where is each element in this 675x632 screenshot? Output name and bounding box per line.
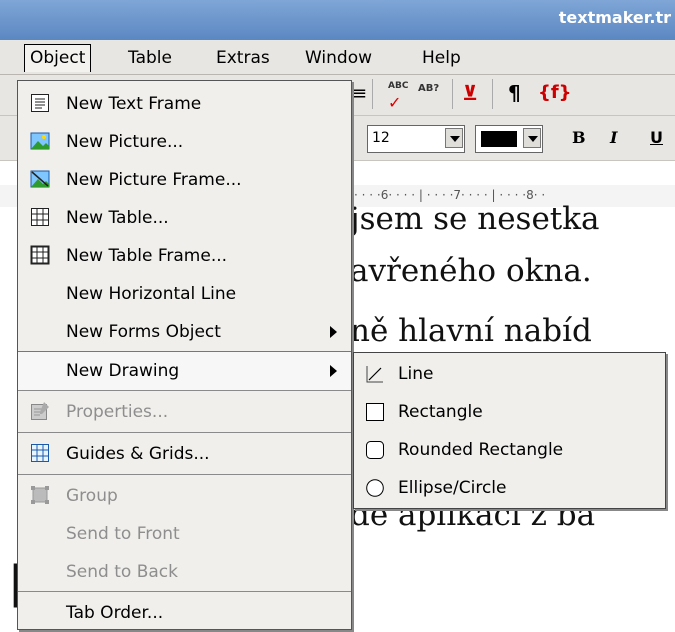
underline-button[interactable]: U xyxy=(650,128,663,147)
menu-item-new-picture-frame[interactable]: New Picture Frame... xyxy=(18,161,351,199)
drawing-submenu: Line Rectangle Rounded Rectangle Ellipse… xyxy=(353,352,666,509)
align-icon[interactable]: ≡ xyxy=(352,83,367,104)
menu-separator xyxy=(18,474,351,475)
menu-item-new-picture[interactable]: New Picture... xyxy=(18,123,351,161)
menu-item-properties[interactable]: Properties... xyxy=(18,393,351,431)
properties-icon xyxy=(31,402,49,420)
menu-separator xyxy=(18,390,351,391)
font-size-combo[interactable]: 12 xyxy=(367,125,465,153)
menu-item-tab-order[interactable]: Tab Order... xyxy=(18,594,351,632)
menu-item-send-to-front[interactable]: Send to Front xyxy=(18,515,351,553)
spellcheck-button[interactable]: ABC xyxy=(388,81,408,91)
menu-help[interactable]: Help xyxy=(422,48,461,68)
submenu-item-rectangle[interactable]: Rectangle xyxy=(354,393,665,431)
line-icon xyxy=(366,366,383,383)
menu-item-new-drawing[interactable]: New Drawing xyxy=(18,351,351,391)
font-size-value: 12 xyxy=(372,130,390,146)
grid-icon xyxy=(31,444,49,462)
menu-item-new-text-frame[interactable]: New Text Frame xyxy=(18,85,351,123)
insert-break-icon[interactable]: ⊻ xyxy=(462,81,478,105)
picture-icon xyxy=(30,132,50,150)
italic-button[interactable]: I xyxy=(610,128,617,147)
window-title: textmaker.tr xyxy=(558,8,671,27)
doc-line: jsem se nesetka xyxy=(350,201,600,237)
submenu-item-ellipse[interactable]: Ellipse/Circle xyxy=(354,469,665,507)
menu-item-send-to-back[interactable]: Send to Back xyxy=(18,553,351,591)
menu-item-guides-grids[interactable]: Guides & Grids... xyxy=(18,435,351,473)
rounded-rectangle-icon xyxy=(366,441,384,459)
rectangle-icon xyxy=(366,403,384,421)
text-color-combo[interactable] xyxy=(475,125,543,153)
menu-item-new-forms-object[interactable]: New Forms Object xyxy=(18,313,351,351)
ruler-marks: · · · ·6· · · · | · · · ·7· · · · | · · … xyxy=(354,188,546,202)
table-frame-icon xyxy=(30,245,50,265)
doc-line: avřeného okna. xyxy=(350,253,592,289)
menu-table[interactable]: Table xyxy=(128,48,172,68)
submenu-arrow-icon xyxy=(330,326,337,338)
group-icon xyxy=(31,486,49,504)
menu-object[interactable]: Object xyxy=(24,44,92,72)
table-icon xyxy=(31,208,49,226)
menu-extras[interactable]: Extras xyxy=(216,48,270,68)
menu-item-new-table-frame[interactable]: New Table Frame... xyxy=(18,237,351,275)
picture-frame-icon xyxy=(30,170,50,188)
chevron-down-icon[interactable] xyxy=(523,128,541,148)
field-button[interactable]: {f} xyxy=(538,82,571,103)
menu-separator xyxy=(18,591,351,592)
object-menu: New Text Frame New Picture... New Pictur… xyxy=(17,80,352,630)
menu-item-new-table[interactable]: New Table... xyxy=(18,199,351,237)
text-frame-icon xyxy=(31,94,49,112)
menu-item-new-horizontal-line[interactable]: New Horizontal Line xyxy=(18,275,351,313)
menu-bar: Object Table Extras Window Help xyxy=(0,40,675,75)
chevron-down-icon[interactable] xyxy=(445,128,463,148)
ellipse-icon xyxy=(366,479,384,497)
pilcrow-button[interactable]: ¶ xyxy=(508,81,521,105)
submenu-arrow-icon xyxy=(330,365,337,377)
check-icon: ✓ xyxy=(388,93,402,112)
color-swatch xyxy=(481,131,517,147)
submenu-item-rounded-rectangle[interactable]: Rounded Rectangle xyxy=(354,431,665,469)
title-bar: textmaker.tr xyxy=(0,0,675,40)
menu-item-group[interactable]: Group xyxy=(18,477,351,515)
doc-line: ně hlavní nabíd xyxy=(350,313,592,349)
menu-window[interactable]: Window xyxy=(305,48,372,68)
submenu-item-line[interactable]: Line xyxy=(354,355,665,393)
menu-separator xyxy=(18,432,351,433)
bold-button[interactable]: B xyxy=(572,128,586,147)
thesaurus-button[interactable]: AB? xyxy=(418,83,439,94)
